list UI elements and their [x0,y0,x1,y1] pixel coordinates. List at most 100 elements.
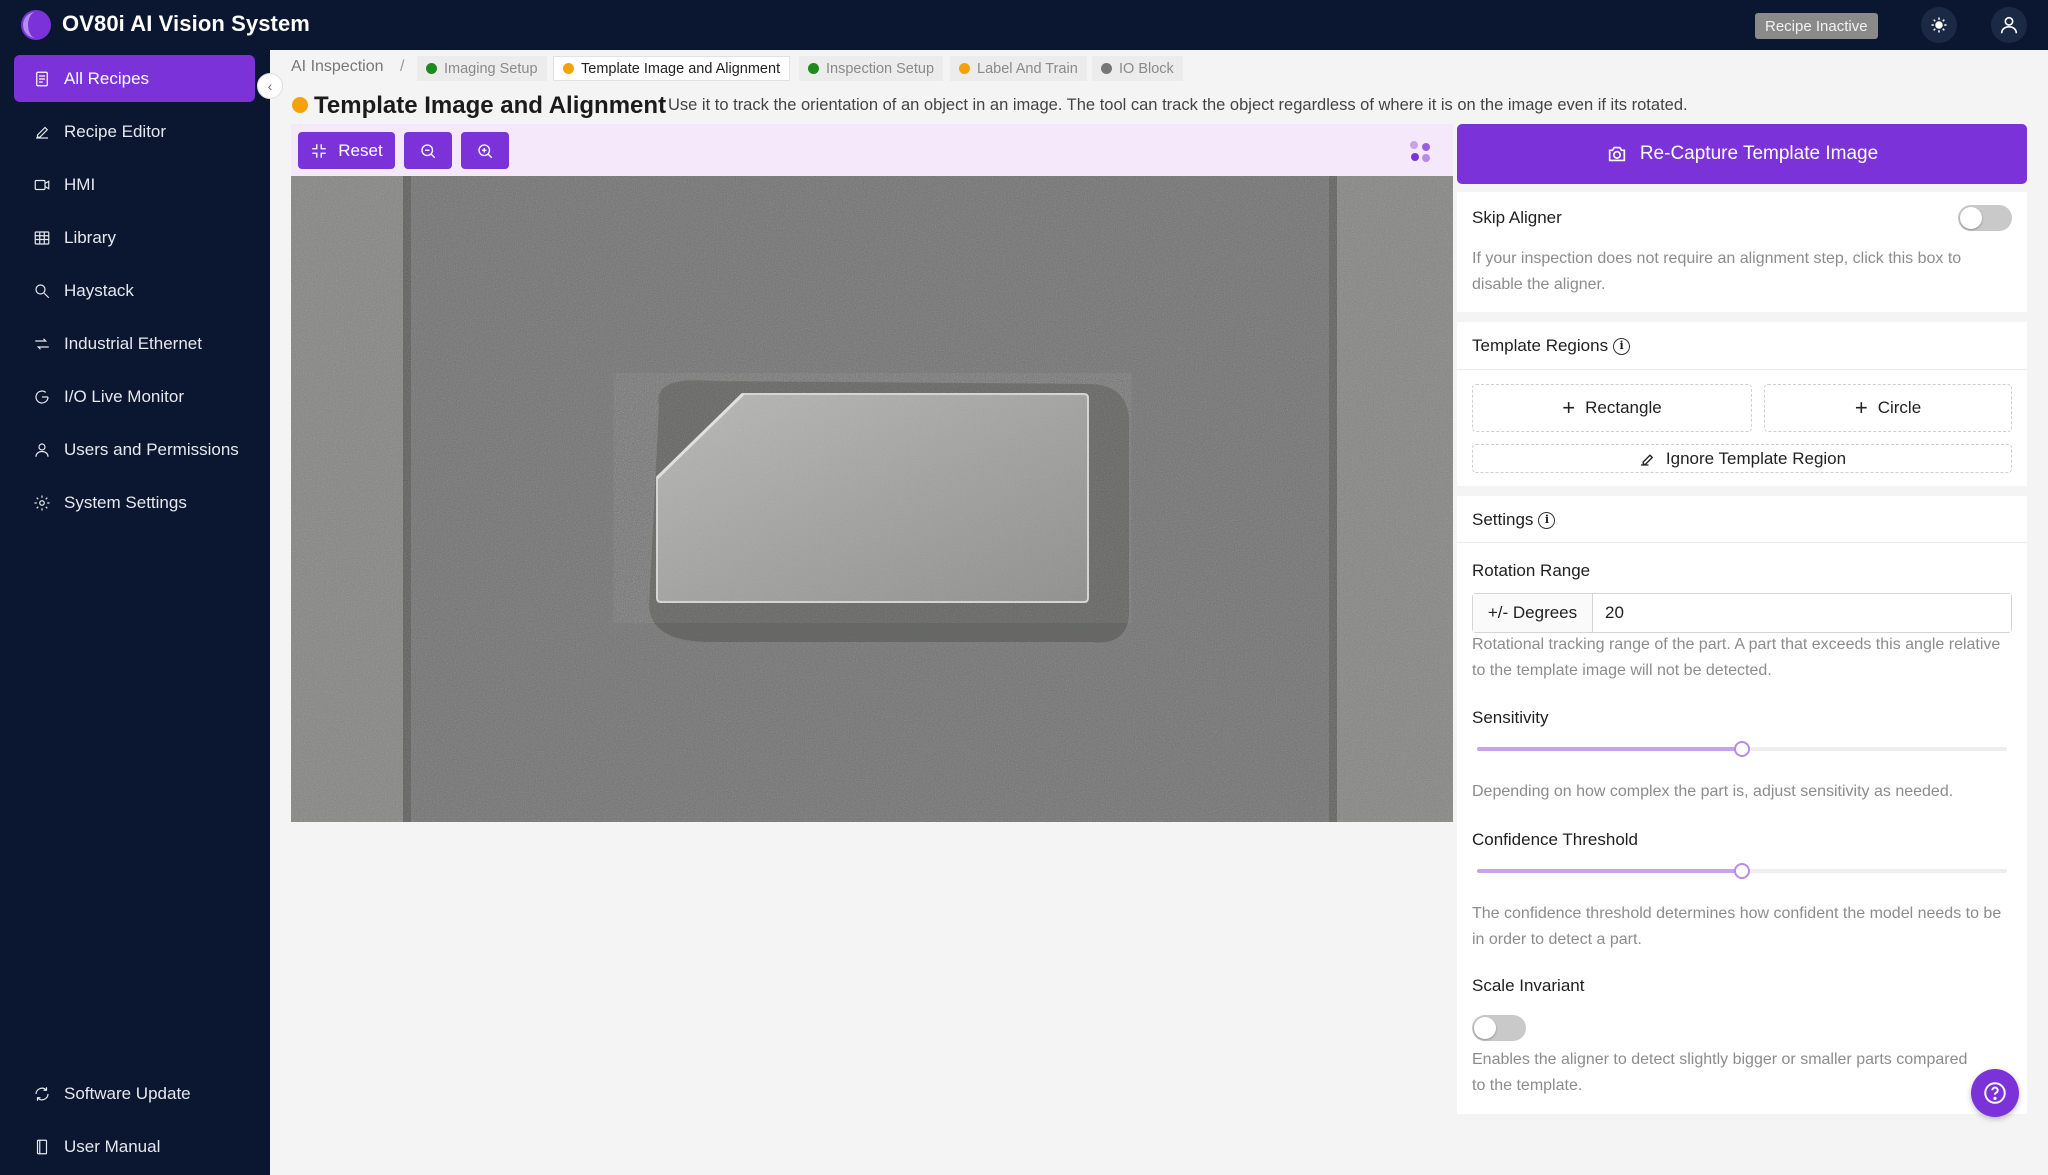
breadcrumb-root[interactable]: AI Inspection [291,58,384,76]
camera-icon [1608,146,1625,162]
info-icon[interactable]: i [1613,338,1631,356]
tab-label: Template Image and Alignment [581,60,781,77]
scale-invariant-toggle[interactable] [1472,1015,1526,1041]
user-icon [2000,16,2018,34]
reset-label: Reset [338,140,383,160]
collapse-icon [312,143,327,158]
info-icon[interactable]: i [1538,512,1556,530]
sidebar-item-label: Recipe Editor [64,121,167,141]
settings-title-text: Settings [1472,510,1534,529]
sidebar-item-library[interactable]: Library [14,214,255,261]
tab-imaging-setup[interactable]: Imaging Setup [417,56,547,81]
confidence-threshold-slider[interactable] [1477,863,2007,879]
zoom-out-button[interactable] [404,132,452,169]
settings-title: Settings i [1472,510,1556,530]
sidebar-item-label: Industrial Ethernet [64,333,202,353]
slider-thumb[interactable] [1734,863,1750,879]
sidebar-item-software-update[interactable]: Software Update [14,1070,255,1117]
sensitivity-slider[interactable] [1477,741,2007,757]
sidebar-item-all-recipes[interactable]: All Recipes [14,55,255,102]
sidebar-collapse-button[interactable]: ‹ [257,73,283,99]
rotation-range-input[interactable] [1593,594,2011,632]
tab-template-image-and-alignment[interactable]: Template Image and Alignment [553,56,791,81]
eraser-icon [1640,453,1654,466]
ignore-template-region-button[interactable]: Ignore Template Region [1472,444,2012,473]
theme-toggle-button[interactable] [1921,7,1957,43]
sidebar-item-recipe-editor[interactable]: Recipe Editor [14,108,255,155]
divider [1457,369,2027,370]
breadcrumb-separator: / [400,58,405,75]
tab-label-and-train[interactable]: Label And Train [950,56,1087,81]
confidence-threshold-label: Confidence Threshold [1472,830,1639,849]
template-regions-title: Template Regions i [1472,336,1631,356]
add-rectangle-button[interactable]: + Rectangle [1472,384,1752,432]
template-regions-title-text: Template Regions [1472,336,1609,355]
page-description: Use it to track the orientation of an ob… [668,96,1688,114]
sidebar-item-label: Users and Permissions [64,439,239,459]
sidebar-item-hmi[interactable]: HMI [14,161,255,208]
recipe-status-badge: Recipe Inactive [1755,13,1878,39]
refresh-icon [32,1084,52,1104]
search-icon [32,281,52,301]
video-icon [32,175,52,195]
sidebar-item-label: All Recipes [64,68,150,88]
sidebar-item-label: I/O Live Monitor [64,386,184,406]
circle-label: Circle [1877,398,1922,417]
rotation-range-label: Rotation Range [1472,561,1591,580]
tab-io-block[interactable]: IO Block [1092,56,1183,81]
skip-aligner-toggle[interactable] [1958,205,2012,231]
status-dot [808,63,819,74]
confidence-threshold-help: The confidence threshold determines how … [1472,905,2002,948]
plus-icon: + [1854,395,1868,420]
zoom-out-icon [421,143,436,158]
loading-dots-icon [1410,141,1430,162]
pencil-icon [32,122,52,142]
sidebar-item-industrial-ethernet[interactable]: Industrial Ethernet [14,320,255,367]
settings-card [1457,496,2027,1114]
question-icon [1984,1082,2006,1104]
sidebar-item-user-manual[interactable]: User Manual [14,1123,255,1170]
network-icon [32,334,52,354]
tab-label: IO Block [1119,60,1174,77]
sidebar-item-label: User Manual [64,1136,161,1156]
status-dot [426,63,437,74]
sensitivity-help: Depending on how complex the part is, ad… [1472,783,1954,800]
tab-label: Label And Train [977,60,1078,77]
status-dot [563,63,574,74]
sidebar-item-io-live-monitor[interactable]: I/O Live Monitor [14,373,255,420]
user-profile-button[interactable] [1991,7,2027,43]
image-toolbar: Reset [291,124,1453,176]
document-icon [32,69,52,89]
chevron-left-icon: ‹ [267,78,273,94]
app-logo-icon [21,10,51,40]
zoom-in-button[interactable] [461,132,509,169]
gear-icon [32,493,52,513]
tab-label: Imaging Setup [444,60,538,77]
user-icon [32,440,52,460]
book-icon [32,1137,52,1157]
tab-inspection-setup[interactable]: Inspection Setup [799,56,944,81]
status-dot [1101,63,1112,74]
scale-invariant-help: Enables the aligner to detect slightly b… [1472,1051,1968,1094]
template-image-canvas[interactable] [291,176,1453,822]
add-circle-button[interactable]: + Circle [1764,384,2012,432]
sidebar-item-label: Software Update [64,1083,191,1103]
sidebar-item-haystack[interactable]: Haystack [14,267,255,314]
recapture-template-button[interactable]: Re-Capture Template Image [1457,124,2027,184]
tab-label: Inspection Setup [826,60,935,77]
help-button[interactable] [1971,1069,2019,1117]
zoom-in-icon [478,143,493,158]
plus-icon: + [1562,395,1576,420]
slider-thumb[interactable] [1734,741,1750,757]
skip-aligner-help: If your inspection does not require an a… [1472,250,1962,293]
sidebar-item-system-settings[interactable]: System Settings [14,479,255,526]
template-image [291,176,1453,822]
sidebar-item-users-and-permissions[interactable]: Users and Permissions [14,426,255,473]
sidebar-item-label: Library [64,227,116,247]
recapture-label: Re-Capture Template Image [1639,143,1879,164]
reset-button[interactable]: Reset [298,132,395,169]
divider [1457,542,2027,543]
rectangle-label: Rectangle [1585,398,1662,417]
sensitivity-label: Sensitivity [1472,708,1549,727]
sidebar: All Recipes Recipe Editor HMI Library Ha… [0,50,270,1175]
